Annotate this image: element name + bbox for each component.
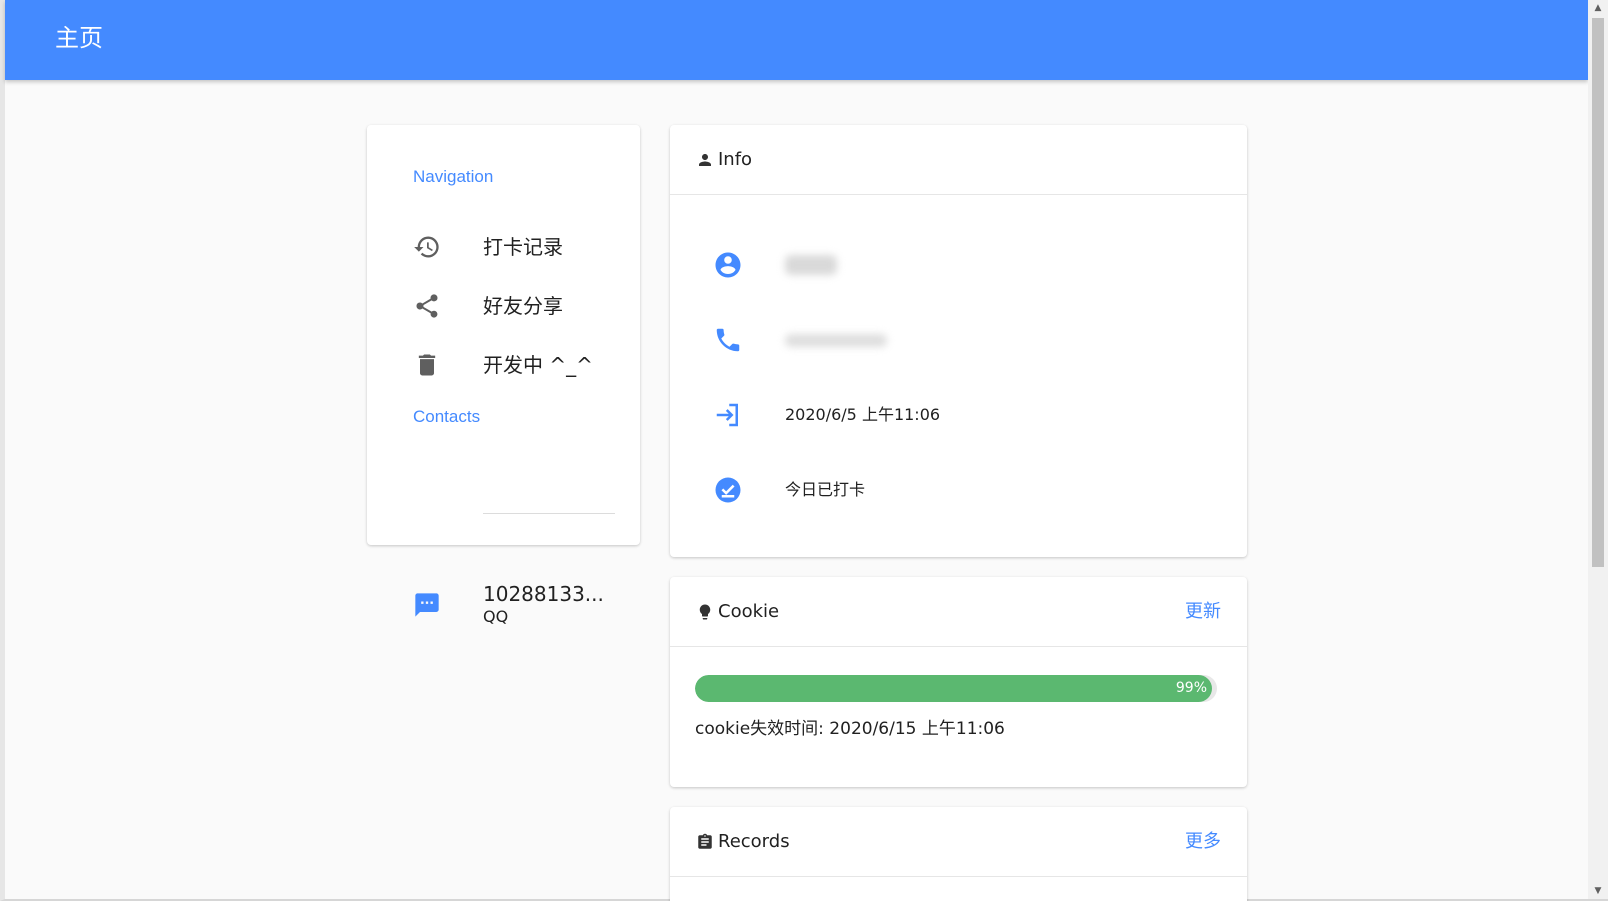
share-icon <box>416 294 438 318</box>
checkin-status-text: 今日已打卡 <box>785 480 866 499</box>
phone-icon <box>716 328 740 352</box>
login-icon <box>716 403 738 427</box>
chat-icon <box>415 593 439 617</box>
cookie-expire-text: cookie失效时间: 2020/6/15 上午11:06 <box>695 719 1005 739</box>
contact-type: QQ <box>483 607 509 626</box>
info-card-header: Info <box>670 125 1247 195</box>
nav-item-checkin-records[interactable]: 打卡记录 <box>367 217 640 277</box>
login-time-text: 2020/6/5 上午11:06 <box>785 405 941 424</box>
records-card: Records 更多 <box>670 807 1247 901</box>
records-card-title: Records <box>718 831 790 852</box>
navigation-card: Navigation 打卡记录 好友分享 开发中 ^_^ Contacts 10… <box>367 125 640 626</box>
delete-icon <box>418 354 436 376</box>
cookie-card: Cookie 更新 99% cookie失效时间: 2020/6/15 上午11… <box>670 577 1247 787</box>
info-card: Info 2020/6/5 上午11:06 今日已打卡 <box>670 125 1247 557</box>
scroll-down-arrow-icon[interactable]: ▼ <box>1588 883 1608 899</box>
cookie-card-title: Cookie <box>718 601 780 622</box>
info-card-title: Info <box>718 149 753 170</box>
clipboard-icon <box>698 833 712 849</box>
account-circle-icon <box>715 252 741 278</box>
records-card-header: Records 更多 <box>670 807 1247 877</box>
lightbulb-icon <box>699 604 711 620</box>
cookie-card-header: Cookie 更新 <box>670 577 1247 647</box>
info-row-checkin-status: 今日已打卡 <box>670 465 1247 515</box>
scroll-thumb[interactable] <box>1592 18 1604 567</box>
contacts-subheader: Contacts <box>413 407 481 426</box>
info-row-login-time: 2020/6/5 上午11:06 <box>670 390 1247 440</box>
nav-item-label: 好友分享 <box>483 294 563 318</box>
more-records-button[interactable]: 更多 <box>1185 828 1221 856</box>
nav-item-in-development[interactable]: 开发中 ^_^ <box>367 335 640 395</box>
redacted-phone <box>785 334 887 347</box>
checkin-icon <box>715 477 741 503</box>
contact-value: 10288133... <box>483 582 604 606</box>
scroll-up-arrow-icon[interactable]: ▲ <box>1588 0 1608 16</box>
nav-divider <box>483 513 615 514</box>
vertical-scrollbar[interactable]: ▲ ▼ <box>1588 0 1608 899</box>
redacted-name <box>785 255 837 275</box>
nav-item-label: 打卡记录 <box>483 235 563 259</box>
nav-item-label: 开发中 ^_^ <box>483 353 593 377</box>
page-title: 主页 <box>55 24 103 52</box>
info-row-phone <box>670 315 1247 365</box>
contact-item-qq[interactable]: 10288133... QQ <box>367 575 640 635</box>
cookie-progress-label: 99% <box>1175 680 1207 696</box>
nav-item-friend-share[interactable]: 好友分享 <box>367 276 640 336</box>
refresh-cookie-button[interactable]: 更新 <box>1185 598 1221 626</box>
navigation-subheader: Navigation <box>413 167 494 186</box>
app-bar: 主页 <box>5 0 1588 80</box>
person-icon <box>699 154 711 166</box>
cookie-progress-fill <box>695 675 1212 702</box>
cookie-progress-bar: 99% <box>695 675 1217 702</box>
info-row-name <box>670 240 1247 290</box>
history-icon <box>414 236 439 258</box>
